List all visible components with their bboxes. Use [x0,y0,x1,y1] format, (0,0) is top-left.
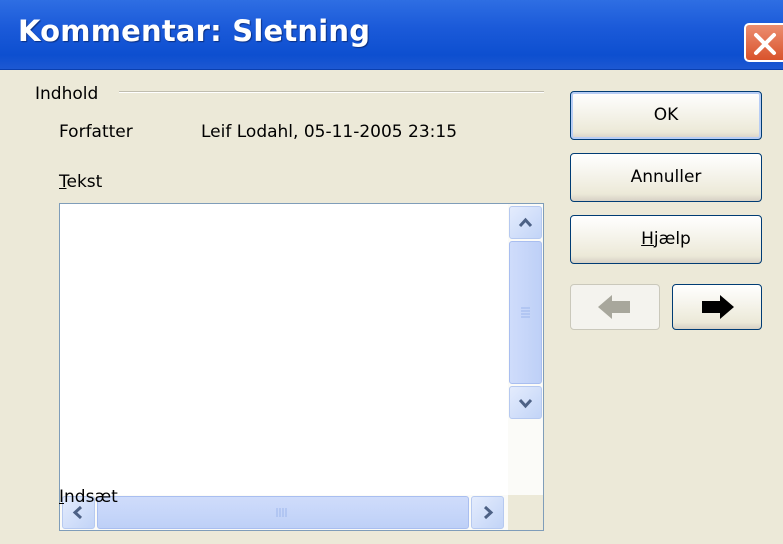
arrow-left-icon [598,295,630,319]
close-icon [754,33,776,55]
help-button[interactable]: Hjælp [570,215,762,264]
chevron-down-icon [518,398,533,409]
grip-icon [521,307,530,318]
author-label: Forfatter [59,122,133,142]
help-button-label: Hjælp [641,229,691,249]
horizontal-scroll-thumb[interactable] [97,496,469,529]
grip-icon [276,508,287,517]
arrow-right-icon [702,295,734,319]
close-button[interactable] [744,23,783,62]
author-value: Leif Lodahl, 05-11-2005 23:15 [201,122,458,142]
scroll-right-button[interactable] [471,496,504,529]
scroll-down-button[interactable] [509,386,542,419]
scroll-up-button[interactable] [509,206,542,239]
vertical-scrollbar[interactable] [508,204,543,495]
previous-button [570,284,660,330]
vertical-scroll-thumb[interactable] [509,241,542,384]
insert-label: Indsæt [59,487,118,507]
scrollbar-corner [508,495,543,530]
cancel-button-label: Annuller [630,167,702,187]
horizontal-scrollbar[interactable] [60,495,508,530]
ok-button-label: OK [653,105,679,125]
group-divider [119,91,544,93]
group-label-content: Indhold [35,84,99,104]
cancel-button[interactable]: Annuller [570,153,762,202]
title-bar[interactable]: Kommentar: Sletning [0,0,783,70]
next-button[interactable] [672,284,762,330]
dialog-body: Indhold Forfatter Leif Lodahl, 05-11-200… [0,70,783,544]
text-label: Tekst [59,172,103,192]
comment-text-area[interactable] [59,203,544,531]
window-title: Kommentar: Sletning [18,14,371,48]
chevron-right-icon [483,505,494,520]
ok-button[interactable]: OK [570,91,762,140]
chevron-up-icon [518,217,533,228]
